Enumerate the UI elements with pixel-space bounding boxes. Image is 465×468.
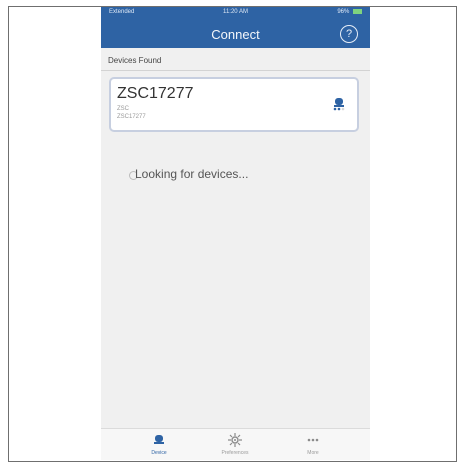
device-icon (154, 435, 164, 444)
status-bar: Extended 11:20 AM 96% (101, 7, 370, 19)
device-subtext: ZSC ZSC17277 (117, 105, 146, 121)
gear-icon (228, 433, 242, 447)
top-header: Extended 11:20 AM 96% Connect ? (101, 7, 370, 48)
section-divider (101, 70, 370, 71)
device-subtext-line1: ZSC (117, 106, 129, 112)
tab-more-label: More (307, 450, 319, 456)
device-card[interactable]: ZSC17277 ZSC ZSC17277 (109, 77, 359, 132)
tab-device-label: Device (151, 450, 167, 456)
page-title: Connect (211, 27, 260, 42)
more-icon (307, 438, 319, 442)
battery-percent: 96% (337, 9, 350, 16)
tab-preferences-label: Preferences (221, 450, 249, 456)
battery-status: 96% (337, 9, 362, 15)
bottom-tab-bar: Device Preferences More (101, 428, 370, 460)
device-subtext-line2: ZSC17277 (117, 114, 146, 120)
loading-text: Looking for devices... (135, 167, 249, 181)
tab-preferences[interactable]: Preferences (205, 432, 265, 456)
device-name: ZSC17277 (117, 85, 194, 102)
devices-found-label: Devices Found (108, 56, 162, 65)
status-time: 11:20 AM (223, 9, 248, 15)
battery-icon (353, 9, 362, 14)
device-icon (333, 98, 345, 111)
tab-device[interactable]: Device (129, 432, 189, 456)
tab-more[interactable]: More (283, 432, 343, 456)
phone-screen: Extended 11:20 AM 96% Connect ? Devices … (101, 7, 370, 460)
help-icon[interactable]: ? (340, 25, 358, 43)
